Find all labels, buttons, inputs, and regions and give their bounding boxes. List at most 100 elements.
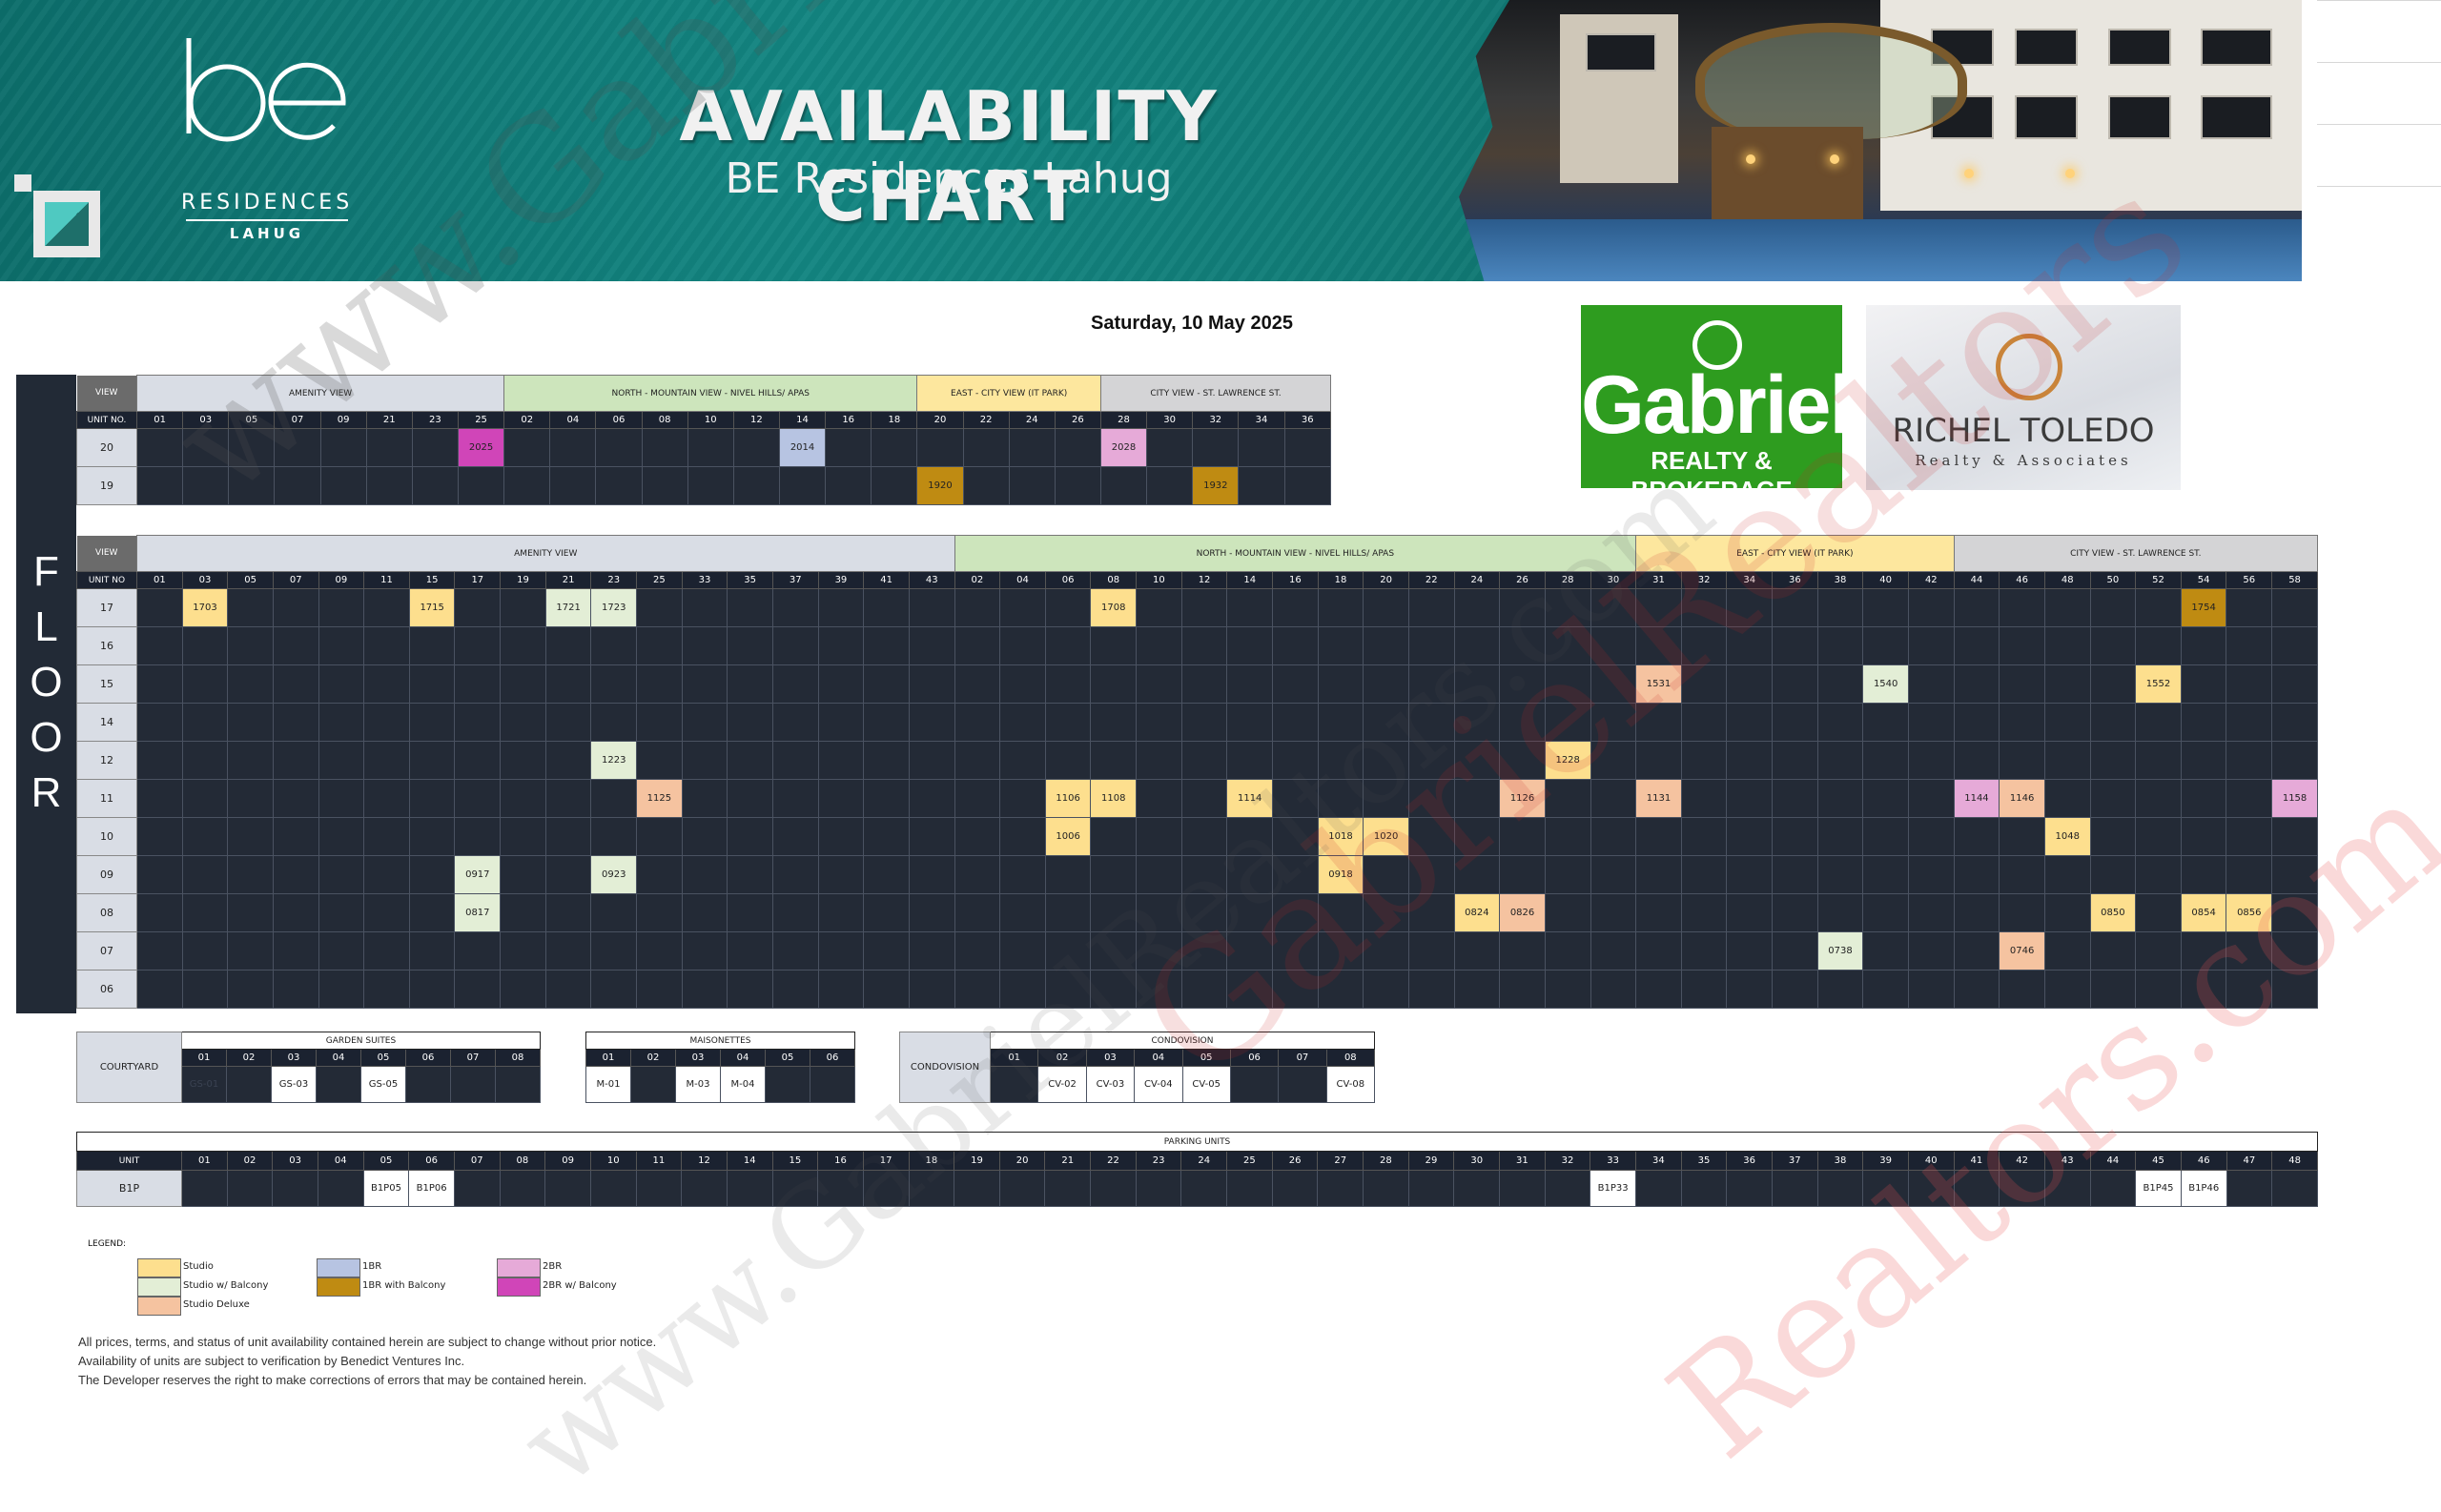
available-unit[interactable]: 1131 <box>1635 779 1682 818</box>
unit-cell <box>1772 855 1818 894</box>
available-unit[interactable]: 2025 <box>457 428 505 467</box>
unit-cell <box>2226 626 2273 665</box>
unit-cell <box>136 703 183 742</box>
available-unit[interactable]: M-04 <box>720 1066 766 1103</box>
available-unit[interactable]: 0856 <box>2226 893 2273 932</box>
available-unit[interactable]: 1006 <box>1044 817 1092 856</box>
available-unit[interactable]: M-01 <box>585 1066 631 1103</box>
available-unit[interactable]: 1158 <box>2271 779 2318 818</box>
unit-cell <box>1226 588 1274 627</box>
available-unit[interactable]: 0854 <box>2180 893 2227 932</box>
unit-cell <box>227 779 274 818</box>
available-unit[interactable]: CV-08 <box>1325 1066 1376 1103</box>
unit-cell <box>1999 855 2045 894</box>
unit-number-header: 46 <box>2180 1151 2227 1171</box>
available-unit[interactable]: 0738 <box>1816 931 1864 971</box>
available-parking[interactable]: B1P06 <box>408 1170 455 1207</box>
floor-number: 20 <box>76 428 137 467</box>
available-unit[interactable]: 1228 <box>1544 741 1591 780</box>
unit-cell <box>408 741 456 780</box>
unit-cell <box>1635 703 1682 742</box>
available-unit[interactable]: 1146 <box>1999 779 2045 818</box>
available-unit[interactable]: 0817 <box>454 893 502 932</box>
unit-cell <box>1453 779 1501 818</box>
available-unit[interactable]: 1144 <box>1953 779 2000 818</box>
available-unit[interactable]: 0917 <box>454 855 502 894</box>
available-unit[interactable]: 1715 <box>408 588 456 627</box>
available-parking[interactable]: B1P45 <box>2135 1170 2182 1207</box>
available-unit[interactable]: 1552 <box>2135 664 2182 704</box>
available-unit[interactable]: 1048 <box>2043 817 2091 856</box>
unit-cell <box>1008 428 1056 467</box>
unit-number-header: 21 <box>544 571 592 589</box>
unit-number-header: 46 <box>1999 571 2045 589</box>
available-unit[interactable]: 0923 <box>590 855 638 894</box>
available-unit[interactable]: 0824 <box>1453 893 1501 932</box>
unit-cell <box>544 970 592 1009</box>
unit-cell <box>1726 855 1774 894</box>
available-unit[interactable]: M-03 <box>675 1066 721 1103</box>
view-header-row: VIEW AMENITY VIEW NORTH - MOUNTAIN VIEW - … <box>76 535 2319 572</box>
unit-cell <box>1999 817 2045 856</box>
available-unit[interactable]: 1708 <box>1090 588 1138 627</box>
unit-cell <box>1453 664 1501 704</box>
available-unit[interactable]: 1932 <box>1192 466 1240 505</box>
available-unit[interactable]: 1531 <box>1635 664 1682 704</box>
available-unit[interactable]: 1703 <box>181 588 229 627</box>
available-unit[interactable]: 1754 <box>2180 588 2227 627</box>
unit-cell <box>999 741 1046 780</box>
unit-cell <box>817 664 865 704</box>
unit-cell <box>227 970 274 1009</box>
unit-cell <box>272 893 319 932</box>
available-unit[interactable]: GS-05 <box>360 1066 406 1103</box>
available-unit[interactable]: 1540 <box>1862 664 1909 704</box>
available-unit[interactable]: CV-02 <box>1037 1066 1087 1103</box>
available-unit[interactable]: 0850 <box>2089 893 2137 932</box>
available-parking[interactable]: B1P46 <box>2180 1170 2227 1207</box>
unit-cell <box>954 664 1001 704</box>
unit-cell <box>863 970 910 1009</box>
available-unit[interactable]: CV-05 <box>1181 1066 1231 1103</box>
available-parking[interactable]: B1P33 <box>1590 1170 1636 1207</box>
unit-cell <box>318 741 365 780</box>
available-unit[interactable]: 1106 <box>1044 779 1092 818</box>
unit-cell <box>1907 626 1955 665</box>
available-unit[interactable]: 0746 <box>1999 931 2045 971</box>
available-unit[interactable]: 1114 <box>1226 779 1274 818</box>
floor-row: 19 1920 1932 <box>76 466 1332 505</box>
available-unit[interactable]: 1723 <box>590 588 638 627</box>
available-unit[interactable]: 1020 <box>1363 817 1409 856</box>
available-unit[interactable]: 1920 <box>916 466 964 505</box>
unit-number-header: 32 <box>1192 411 1240 429</box>
unit-cell <box>817 741 865 780</box>
legend-label: 2BR w/ Balcony <box>543 1280 617 1291</box>
available-unit[interactable]: 2014 <box>778 428 827 467</box>
unit-cell <box>636 741 683 780</box>
unit-cell <box>1999 664 2045 704</box>
unit-cell <box>1953 855 2000 894</box>
available-unit[interactable]: 0826 <box>1499 893 1546 932</box>
available-unit[interactable]: 1125 <box>636 779 683 818</box>
available-unit[interactable]: 1108 <box>1090 779 1138 818</box>
section-row-label: COURTYARD <box>76 1032 182 1103</box>
available-unit[interactable]: 1126 <box>1499 779 1546 818</box>
available-unit[interactable]: CV-04 <box>1134 1066 1183 1103</box>
available-unit[interactable]: 0918 <box>1317 855 1364 894</box>
available-parking[interactable]: B1P05 <box>362 1170 410 1207</box>
unit-number-header: 05 <box>362 1151 410 1171</box>
available-unit[interactable]: GS-03 <box>271 1066 317 1103</box>
available-unit[interactable]: 1721 <box>544 588 592 627</box>
available-unit[interactable]: 2028 <box>1099 428 1148 467</box>
unit-cell <box>454 664 502 704</box>
unit-cell <box>1317 779 1364 818</box>
unit-number-header: 08 <box>495 1049 541 1067</box>
available-unit[interactable]: 1223 <box>590 741 638 780</box>
available-unit[interactable]: 1018 <box>1317 817 1364 856</box>
available-unit[interactable]: GS-01 <box>181 1066 227 1103</box>
unit-cell <box>1136 703 1182 742</box>
unit-cell <box>1226 855 1274 894</box>
available-unit[interactable]: CV-03 <box>1085 1066 1136 1103</box>
unit-cell <box>771 779 819 818</box>
unit-cell <box>319 428 367 467</box>
unit-cell <box>1772 893 1818 932</box>
